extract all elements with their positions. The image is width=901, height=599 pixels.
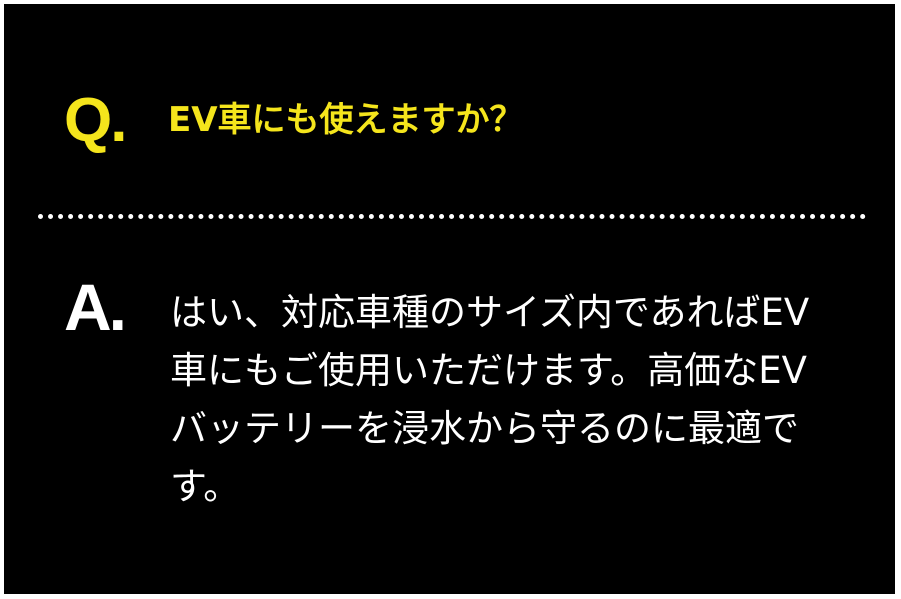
answer-line: す。: [170, 465, 241, 508]
answer-line: はい、対応車種のサイズ内であればEV: [170, 291, 810, 334]
answer-marker: A.: [64, 270, 127, 344]
answer-line: 車にもご使用いただけます。高価なEV: [170, 349, 807, 392]
question-text: EV車にも使えますか？: [168, 100, 524, 140]
dotted-divider: [38, 214, 866, 219]
answer-text: はい、対応車種のサイズ内であればEV 車にもご使用いただけます。高価なEV バッ…: [170, 284, 860, 516]
question-marker: Q.: [64, 86, 127, 155]
answer-line: バッテリーを浸水から守るのに最適で: [170, 407, 799, 450]
faq-card: Q. EV車にも使えますか？ A. はい、対応車種のサイズ内であればEV 車にも…: [4, 4, 895, 594]
